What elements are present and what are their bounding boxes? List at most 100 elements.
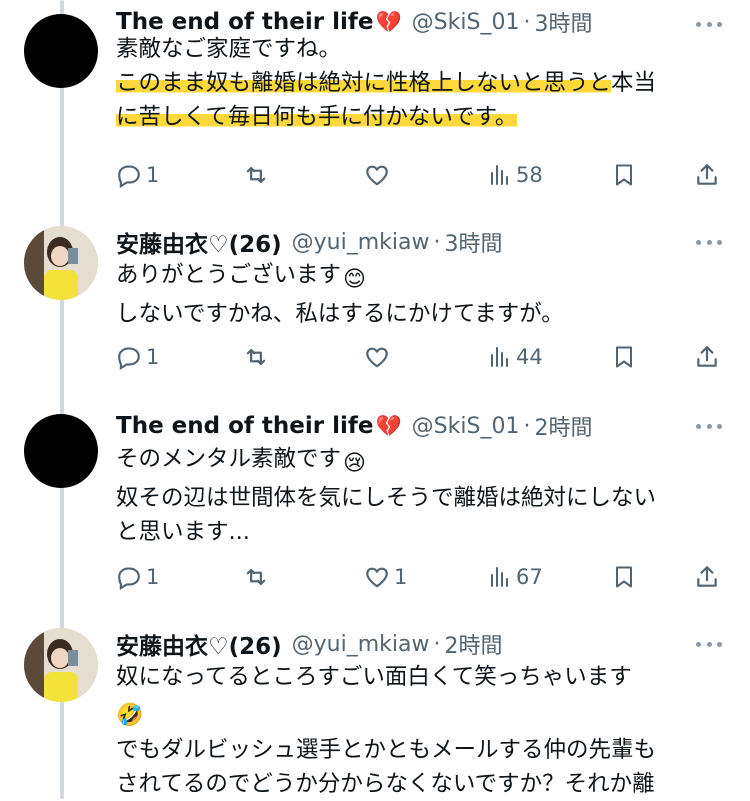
- bookmark-icon: [616, 346, 632, 368]
- heart-icon: [366, 165, 388, 186]
- reply-icon: [118, 567, 140, 590]
- handle[interactable]: @yui_mkiaw: [292, 230, 430, 255]
- separator-dot: ·: [433, 631, 441, 657]
- avatar[interactable]: [24, 628, 98, 702]
- tweet-line: されてるのでどうか分からなくないですか？それか離: [116, 771, 655, 797]
- reply-button[interactable]: 1: [116, 158, 159, 192]
- rolling-laughing-emoji: 🤣: [116, 703, 144, 728]
- views-icon: [491, 567, 508, 587]
- tweet-header: 安藤由衣♡(26) @yui_mkiaw · 3時間: [116, 222, 503, 262]
- tweet[interactable]: The end of their life 💔 @SkiS_01 · 3時間 素…: [0, 0, 750, 205]
- tweet[interactable]: 安藤由衣♡(26) @yui_mkiaw · 3時間 ありがとうございます😊 し…: [0, 222, 750, 407]
- tweet-line: 素敵なご家庭ですね。: [116, 36, 342, 62]
- timestamp[interactable]: 2時間: [534, 410, 592, 442]
- tweet-line: と思います...: [116, 519, 250, 545]
- bookmark-button[interactable]: [612, 560, 636, 594]
- tweet-line: 奴になってるところすごい面白くて笑っちゃいます: [116, 664, 632, 690]
- like-button[interactable]: [364, 158, 390, 192]
- tweet-line: そのメンタル素敵です😢: [116, 442, 726, 481]
- handle[interactable]: @yui_mkiaw: [292, 632, 430, 657]
- broken-heart-emoji: 💔: [375, 413, 402, 438]
- bookmark-icon: [616, 164, 632, 186]
- bookmark-button[interactable]: [612, 340, 636, 374]
- tweet-header: 安藤由衣♡(26) @yui_mkiaw · 2時間: [116, 624, 503, 664]
- display-name[interactable]: 安藤由衣♡(26): [116, 627, 282, 661]
- view-count: 58: [516, 163, 543, 187]
- tweet-text: 素敵なご家庭ですね。 このまま奴も離婚は絶対に性格上しないと思うと本当 に苦しく…: [116, 32, 726, 134]
- crying-face-emoji: 😢: [343, 451, 366, 476]
- tweet-line: 🤣: [116, 694, 726, 733]
- reply-count: 1: [146, 345, 160, 369]
- share-button[interactable]: [694, 560, 720, 594]
- reply-count: 1: [146, 565, 160, 589]
- tweet-text: ありがとうございます😊 しないですかね、私はするにかけてますが。: [116, 258, 726, 331]
- reply-button[interactable]: 1: [116, 560, 159, 594]
- avatar[interactable]: [24, 414, 98, 488]
- share-button[interactable]: [694, 158, 720, 192]
- reply-button[interactable]: 1: [116, 340, 159, 374]
- share-icon: [697, 346, 717, 367]
- like-button[interactable]: 1: [364, 560, 407, 594]
- handle[interactable]: @SkiS_01: [412, 414, 520, 439]
- avatar[interactable]: [24, 14, 98, 88]
- view-count: 67: [516, 565, 543, 589]
- share-icon: [697, 566, 717, 587]
- broken-heart-emoji: 💔: [375, 9, 402, 34]
- tweet-text-fragment: 本当: [611, 70, 657, 96]
- like-button[interactable]: [364, 340, 390, 374]
- heart-icon: [366, 567, 388, 588]
- views-icon: [491, 165, 508, 185]
- profile-photo-icon: [24, 628, 98, 702]
- profile-photo-icon: [24, 226, 98, 300]
- retweet-icon: [246, 166, 266, 184]
- separator-dot: ·: [523, 413, 531, 439]
- timestamp[interactable]: 3時間: [445, 226, 503, 258]
- like-count: 1: [394, 565, 408, 589]
- separator-dot: ·: [523, 9, 531, 35]
- share-button[interactable]: [694, 340, 720, 374]
- retweet-button[interactable]: [242, 560, 270, 594]
- highlighted-text: に苦しくて毎日何も手に付かないです。: [116, 104, 518, 130]
- reply-count: 1: [146, 163, 160, 187]
- heart-icon: [366, 347, 388, 368]
- tweet[interactable]: 安藤由衣♡(26) @yui_mkiaw · 2時間 奴になってるところすごい面…: [0, 624, 750, 799]
- tweet-line: に苦しくて毎日何も手に付かないです。: [116, 100, 726, 134]
- tweet-line: 奴その辺は世間体を気にしそうで離婚は絶対にしない: [116, 485, 657, 511]
- display-name[interactable]: The end of their life: [116, 413, 374, 439]
- more-icon[interactable]: [696, 20, 722, 28]
- display-name[interactable]: 安藤由衣♡(26): [116, 225, 282, 259]
- tweet-text-fragment: そのメンタル素敵です: [116, 446, 342, 472]
- views-icon: [491, 347, 508, 367]
- action-bar: 1 1 67: [116, 560, 726, 594]
- action-bar: 1 44: [116, 340, 726, 374]
- retweet-button[interactable]: [242, 158, 270, 192]
- bookmark-icon: [616, 566, 632, 588]
- retweet-icon: [246, 348, 266, 366]
- tweet-line: でもダルビッシュ選手とかともメールする仲の先輩も: [116, 737, 657, 763]
- view-count: 44: [516, 345, 543, 369]
- views-button[interactable]: 44: [488, 340, 543, 374]
- highlighted-text: このまま奴も離婚は絶対に性格上しないと思うと: [116, 70, 612, 96]
- separator-dot: ·: [433, 229, 441, 255]
- tweet-line: このまま奴も離婚は絶対に性格上しないと思うと本当: [116, 66, 726, 100]
- views-button[interactable]: 67: [488, 560, 543, 594]
- views-button[interactable]: 58: [488, 158, 543, 192]
- tweet-text: 奴になってるところすごい面白くて笑っちゃいます 🤣 でもダルビッシュ選手とかとも…: [116, 660, 726, 801]
- more-icon[interactable]: [696, 238, 722, 246]
- more-icon[interactable]: [696, 640, 722, 648]
- avatar[interactable]: [24, 226, 98, 300]
- timestamp[interactable]: 2時間: [445, 628, 503, 660]
- more-icon[interactable]: [696, 422, 722, 430]
- tweet-header: The end of their life 💔 @SkiS_01 · 2時間: [116, 406, 592, 446]
- retweet-button[interactable]: [242, 340, 270, 374]
- tweet-line: ありがとうございます😊: [116, 258, 726, 297]
- reply-icon: [118, 347, 140, 370]
- handle[interactable]: @SkiS_01: [412, 10, 520, 35]
- tweet-line: しないですかね、私はするにかけてますが。: [116, 301, 564, 327]
- reply-icon: [118, 165, 140, 188]
- tweet[interactable]: The end of their life 💔 @SkiS_01 · 2時間 そ…: [0, 404, 750, 624]
- tweet-text: そのメンタル素敵です😢 奴その辺は世間体を気にしそうで離婚は絶対にしない と思い…: [116, 442, 726, 549]
- bookmark-button[interactable]: [612, 158, 636, 192]
- retweet-icon: [246, 568, 266, 586]
- share-icon: [697, 164, 717, 185]
